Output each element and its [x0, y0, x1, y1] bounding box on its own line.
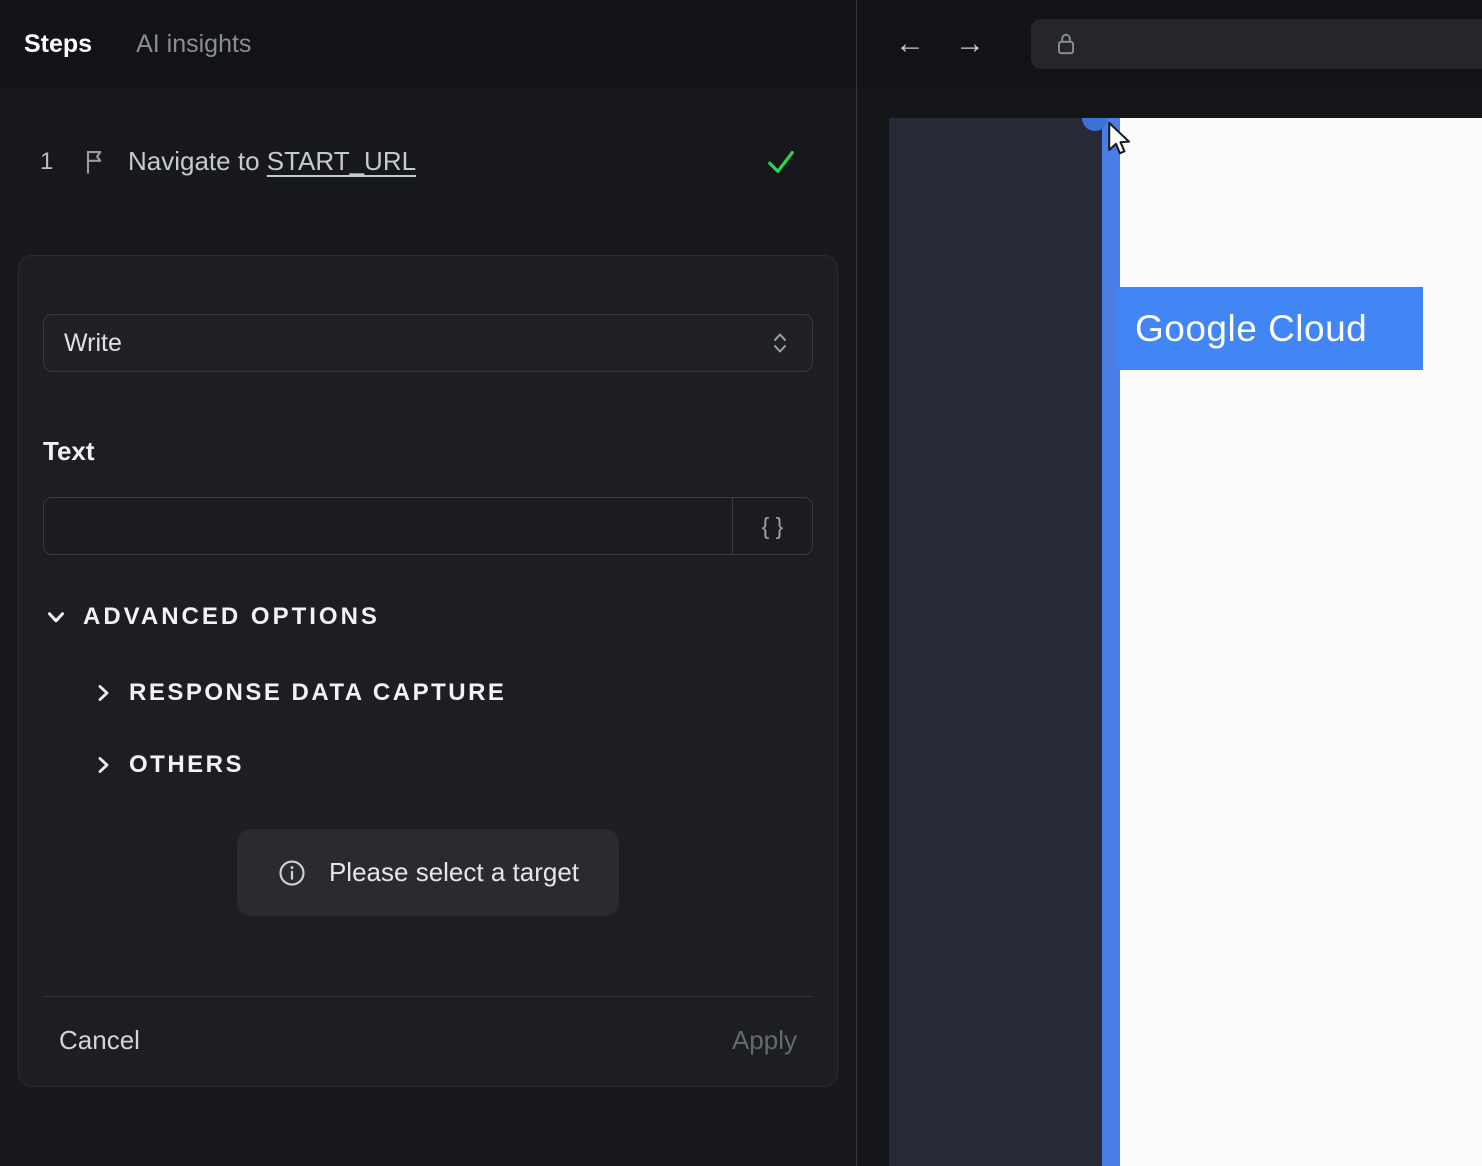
text-field-label: Text	[43, 436, 95, 466]
cancel-button[interactable]: Cancel	[59, 1025, 140, 1056]
response-data-capture-toggle[interactable]: RESPONSE DATA CAPTURE	[43, 679, 813, 707]
action-type-select[interactable]: Write	[43, 314, 813, 372]
left-topbar: Steps AI insights	[0, 0, 856, 88]
app-window: Steps AI insights 1 Navigate to START_UR…	[0, 0, 1482, 1166]
tab-ai-insights[interactable]: AI insights	[136, 30, 251, 59]
browser-preview: Google Cloud	[857, 88, 1482, 1166]
page-white-region[interactable]	[1120, 118, 1482, 1166]
browser-panel: ← → Google Cloud	[857, 0, 1482, 1166]
forward-arrow-icon[interactable]: →	[955, 29, 985, 59]
chevron-down-icon	[43, 604, 69, 630]
highlight-stripe	[1102, 118, 1120, 1166]
check-icon	[766, 148, 796, 176]
chevron-right-icon	[91, 681, 115, 705]
steps-panel: Steps AI insights 1 Navigate to START_UR…	[0, 0, 857, 1166]
tab-steps[interactable]: Steps	[24, 30, 92, 59]
highlighted-element-label: Google Cloud	[1135, 307, 1368, 349]
mouse-cursor-icon	[1100, 120, 1136, 163]
lock-icon	[1053, 29, 1079, 59]
chevron-right-icon	[91, 753, 115, 777]
browser-topbar: ← →	[857, 0, 1482, 88]
flag-icon	[82, 148, 108, 176]
select-target-toast: Please select a target	[236, 829, 620, 916]
text-input[interactable]	[44, 498, 732, 554]
chevron-updown-icon	[768, 330, 792, 356]
card-footer: Cancel Apply	[43, 1025, 813, 1056]
others-label: OTHERS	[129, 751, 245, 778]
apply-button[interactable]: Apply	[732, 1025, 797, 1056]
page-dark-region[interactable]	[889, 118, 1102, 1166]
action-editor-card: Write Text { } ADVANCED OPTIONS RESPONSE…	[18, 255, 838, 1087]
advanced-options-label: ADVANCED OPTIONS	[83, 603, 380, 630]
select-target-text: Please select a target	[328, 857, 580, 887]
response-data-capture-label: RESPONSE DATA CAPTURE	[129, 679, 507, 706]
start-url-link[interactable]: START_URL	[267, 146, 416, 176]
action-type-value: Write	[64, 328, 122, 357]
back-arrow-icon[interactable]: ←	[895, 29, 925, 59]
rendered-page[interactable]: Google Cloud	[889, 118, 1482, 1166]
step-number: 1	[40, 147, 54, 175]
info-icon	[277, 858, 307, 888]
step-label: Navigate to START_URL	[128, 146, 417, 176]
url-bar[interactable]	[1031, 19, 1482, 69]
advanced-options-toggle[interactable]: ADVANCED OPTIONS	[43, 603, 813, 631]
others-toggle[interactable]: OTHERS	[43, 751, 813, 779]
highlighted-element[interactable]: Google Cloud	[1116, 287, 1423, 370]
step-row[interactable]: 1 Navigate to START_URL	[0, 146, 856, 177]
footer-divider	[43, 996, 813, 997]
text-input-row: { }	[43, 497, 813, 555]
insert-variable-button[interactable]: { }	[732, 498, 812, 554]
